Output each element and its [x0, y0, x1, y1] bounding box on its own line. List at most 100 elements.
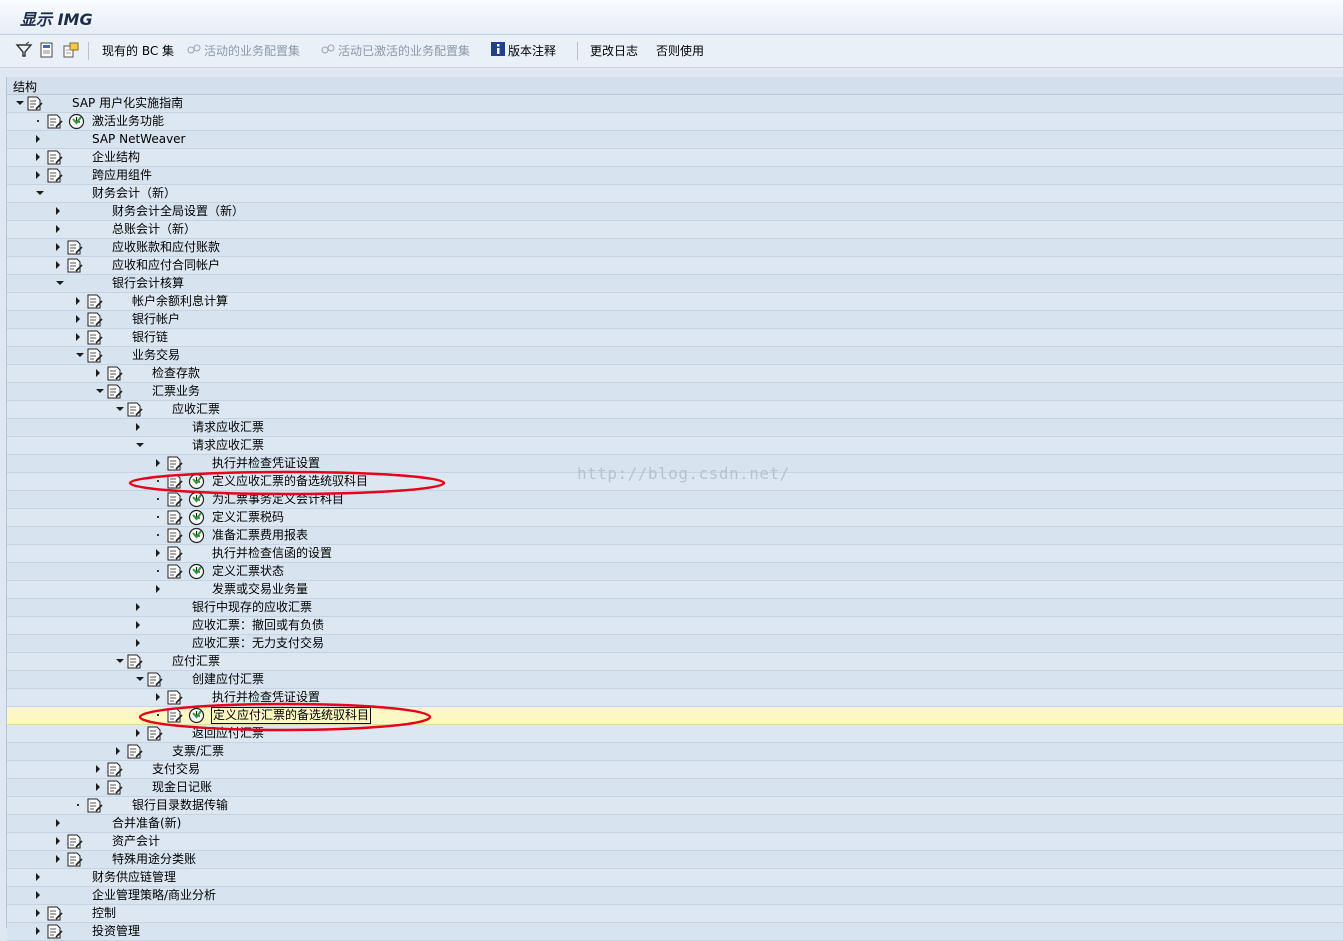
expand-node-icon[interactable] — [56, 207, 60, 215]
expand-node-icon[interactable] — [56, 819, 60, 827]
tree-row[interactable]: 执行并检查信函的设置 — [7, 545, 1343, 563]
documentation-icon[interactable] — [67, 258, 83, 273]
tree-node-label[interactable]: 应收账款和应付账款 — [112, 239, 220, 256]
tree-row[interactable]: 跨应用组件 — [7, 167, 1343, 185]
documentation-icon[interactable] — [167, 690, 183, 705]
expand-node-icon[interactable] — [96, 369, 100, 377]
documentation-icon[interactable] — [47, 114, 63, 129]
tree-row[interactable]: 定义应付汇票的备选统驭科目 — [7, 707, 1343, 725]
tree-row[interactable]: SAP 用户化实施指南 — [7, 95, 1343, 113]
tree-row[interactable]: 定义汇票状态 — [7, 563, 1343, 581]
tree-node-label[interactable]: 企业管理策略/商业分析 — [92, 887, 216, 904]
tree-node-label[interactable]: 定义应付汇票的备选统驭科目 — [210, 707, 372, 724]
tree-node-label[interactable]: 为汇票事务定义会计科目 — [212, 491, 344, 508]
tree-row[interactable]: 发票或交易业务量 — [7, 581, 1343, 599]
documentation-icon[interactable] — [107, 366, 123, 381]
tree-node-label[interactable]: 银行中现存的应收汇票 — [192, 599, 312, 616]
active-bc-set-button[interactable]: 活动的业务配置集 — [204, 43, 300, 59]
expand-node-icon[interactable] — [136, 423, 140, 431]
documentation-icon[interactable] — [107, 384, 123, 399]
documentation-icon[interactable] — [67, 834, 83, 849]
expand-node-icon[interactable] — [56, 225, 60, 233]
collapse-node-icon[interactable] — [116, 659, 124, 663]
documentation-icon[interactable] — [167, 492, 183, 507]
tree-row[interactable]: 应收账款和应付账款 — [7, 239, 1343, 257]
execute-activity-icon[interactable] — [188, 509, 205, 526]
tree-node-label[interactable]: 财务会计全局设置（新） — [112, 203, 244, 220]
tree-node-label[interactable]: 银行链 — [132, 329, 168, 346]
documentation-icon[interactable] — [167, 528, 183, 543]
expand-node-icon[interactable] — [36, 927, 40, 935]
expand-node-icon[interactable] — [56, 837, 60, 845]
tree-node-label[interactable]: 帐户余额利息计算 — [132, 293, 228, 310]
tree-node-label[interactable]: 定义汇票状态 — [212, 563, 284, 580]
documentation-icon[interactable] — [127, 654, 143, 669]
tree-node-label[interactable]: 执行并检查凭证设置 — [212, 455, 320, 472]
collapse-node-icon[interactable] — [116, 407, 124, 411]
tree-row[interactable]: 应收和应付合同帐户 — [7, 257, 1343, 275]
expand-node-icon[interactable] — [56, 243, 60, 251]
tree-row[interactable]: 请求应收汇票 — [7, 419, 1343, 437]
documentation-icon[interactable] — [127, 744, 143, 759]
expand-node-icon[interactable] — [156, 585, 160, 593]
tree-node-label[interactable]: 应收汇票：无力支付交易 — [192, 635, 324, 652]
documentation-icon[interactable] — [47, 924, 63, 939]
expand-node-icon[interactable] — [36, 909, 40, 917]
tree-row[interactable]: 应付汇票 — [7, 653, 1343, 671]
tree-node-label[interactable]: SAP NetWeaver — [92, 131, 185, 148]
tree-node-label[interactable]: SAP 用户化实施指南 — [72, 95, 183, 112]
tree-node-label[interactable]: 创建应付汇票 — [192, 671, 264, 688]
documentation-icon[interactable] — [67, 852, 83, 867]
tree-row[interactable]: 创建应付汇票 — [7, 671, 1343, 689]
tree-row[interactable]: 财务会计全局设置（新） — [7, 203, 1343, 221]
documentation-icon[interactable] — [87, 348, 103, 363]
tree-row[interactable]: 总账会计（新） — [7, 221, 1343, 239]
documentation-icon[interactable] — [87, 330, 103, 345]
tree-node-label[interactable]: 支付交易 — [152, 761, 200, 778]
documentation-icon[interactable] — [87, 798, 103, 813]
tree-node-label[interactable]: 财务供应链管理 — [92, 869, 176, 886]
tree-node-label[interactable]: 定义汇票税码 — [212, 509, 284, 526]
collapse-node-icon[interactable] — [56, 281, 64, 285]
documentation-icon[interactable] — [27, 96, 43, 111]
tree-node-label[interactable]: 特殊用途分类账 — [112, 851, 196, 868]
documentation-icon[interactable] — [47, 168, 63, 183]
tree-row[interactable]: 支票/汇票 — [7, 743, 1343, 761]
tree-node-label[interactable]: 请求应收汇票 — [192, 419, 264, 436]
tree-node-label[interactable]: 银行帐户 — [132, 311, 180, 328]
documentation-icon[interactable] — [167, 708, 183, 723]
tree-node-label[interactable]: 应收汇票：撤回或有负债 — [192, 617, 324, 634]
documentation-icon[interactable] — [107, 762, 123, 777]
documentation-icon[interactable] — [87, 294, 103, 309]
expand-node-icon[interactable] — [36, 873, 40, 881]
tree-row[interactable]: 控制 — [7, 905, 1343, 923]
tree-row[interactable]: 资产会计 — [7, 833, 1343, 851]
collapse-node-icon[interactable] — [76, 353, 84, 357]
tree-node-label[interactable]: 定义应收汇票的备选统驭科目 — [212, 473, 368, 490]
tree-row[interactable]: 业务交易 — [7, 347, 1343, 365]
tree-node-label[interactable]: 企业结构 — [92, 149, 140, 166]
expand-node-icon[interactable] — [56, 261, 60, 269]
documentation-icon[interactable] — [87, 312, 103, 327]
documentation-icon[interactable] — [147, 672, 163, 687]
tree-row[interactable]: 汇票业务 — [7, 383, 1343, 401]
tree-node-label[interactable]: 应付汇票 — [172, 653, 220, 670]
tree-row[interactable]: 执行并检查凭证设置 — [7, 689, 1343, 707]
expand-node-icon[interactable] — [36, 171, 40, 179]
tree-row[interactable]: 财务会计（新） — [7, 185, 1343, 203]
expand-node-icon[interactable] — [36, 891, 40, 899]
tree-row[interactable]: 应收汇票：撤回或有负债 — [7, 617, 1343, 635]
tree-row[interactable]: 企业管理策略/商业分析 — [7, 887, 1343, 905]
execute-activity-icon[interactable] — [188, 707, 205, 724]
documentation-icon[interactable] — [127, 402, 143, 417]
tree-row[interactable]: 应收汇票：无力支付交易 — [7, 635, 1343, 653]
tree-row[interactable]: 现金日记账 — [7, 779, 1343, 797]
collapse-node-icon[interactable] — [136, 677, 144, 681]
tree-node-label[interactable]: 请求应收汇票 — [192, 437, 264, 454]
tree-node-label[interactable]: 财务会计（新） — [92, 185, 176, 202]
tree-node-label[interactable]: 检查存款 — [152, 365, 200, 382]
tree-node-label[interactable]: 应收汇票 — [172, 401, 220, 418]
tree-node-label[interactable]: 汇票业务 — [152, 383, 200, 400]
tree-row[interactable]: 为汇票事务定义会计科目 — [7, 491, 1343, 509]
tree-node-label[interactable]: 控制 — [92, 905, 116, 922]
